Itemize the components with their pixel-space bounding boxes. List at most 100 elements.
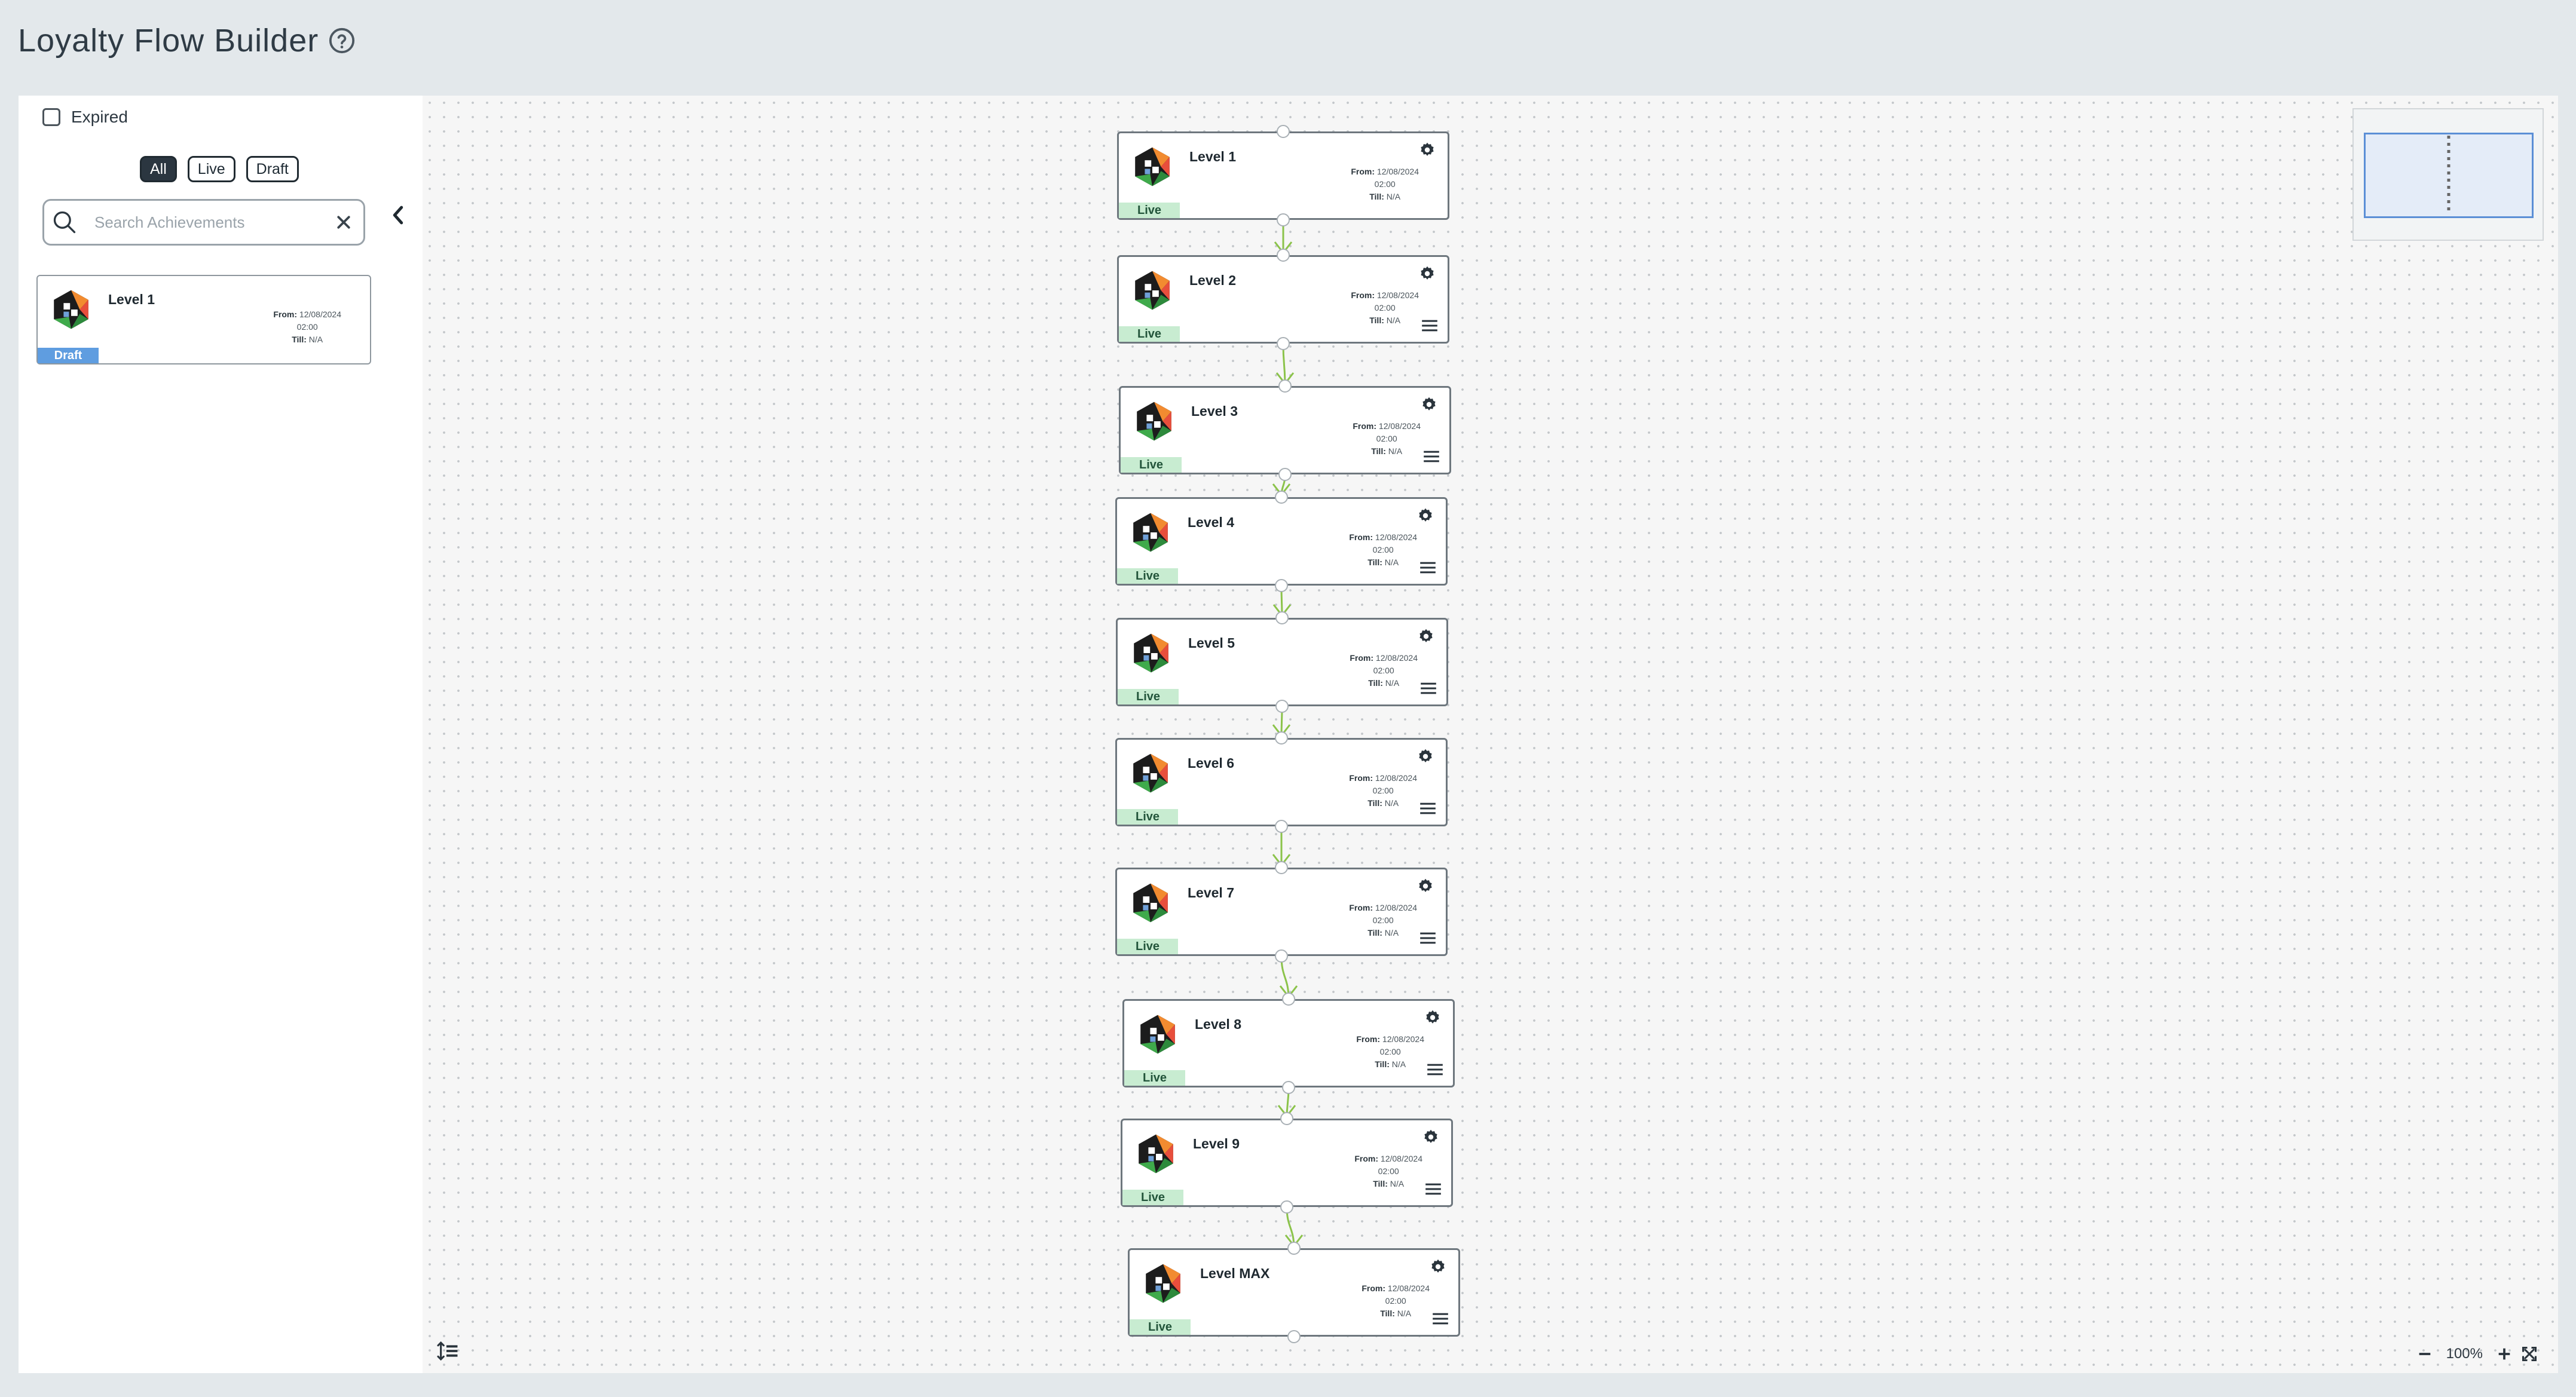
flow-node[interactable]: Level 4 From: 12/08/2024 02:00 Till: N/A… [1115, 497, 1448, 586]
node-input-handle[interactable] [1278, 379, 1292, 393]
node-title: Level 6 [1188, 755, 1234, 771]
drag-handle-icon[interactable] [1427, 1063, 1443, 1076]
clear-search-icon[interactable] [335, 213, 353, 231]
status-badge: Live [1119, 203, 1180, 218]
drag-handle-icon[interactable] [1420, 682, 1437, 695]
minimap-viewport[interactable] [2364, 133, 2534, 218]
gear-icon[interactable] [1419, 142, 1436, 158]
gear-icon[interactable] [1418, 628, 1434, 645]
node-input-handle[interactable] [1275, 731, 1288, 745]
node-output-handle[interactable] [1275, 949, 1288, 963]
status-badge: Live [1117, 809, 1178, 825]
node-title: Level 4 [1188, 514, 1234, 530]
node-input-handle[interactable] [1275, 611, 1289, 624]
node-output-handle[interactable] [1280, 1200, 1293, 1214]
node-input-handle[interactable] [1277, 125, 1290, 138]
sidebar: Expired All Live Draft Level 1 [19, 96, 423, 1373]
search-input[interactable] [93, 212, 335, 232]
gear-icon[interactable] [1424, 1009, 1441, 1026]
node-output-handle[interactable] [1282, 1081, 1295, 1094]
collapse-sidebar-icon[interactable] [389, 203, 407, 227]
flow-node[interactable]: Level 6 From: 12/08/2024 02:00 Till: N/A… [1115, 738, 1448, 826]
node-input-handle[interactable] [1280, 1112, 1293, 1125]
drag-handle-icon[interactable] [1432, 1312, 1449, 1325]
filter-all-button[interactable]: All [140, 156, 177, 182]
achievement-logo-icon [1139, 1134, 1173, 1174]
node-input-handle[interactable] [1287, 1242, 1301, 1255]
node-output-handle[interactable] [1277, 213, 1290, 226]
node-dates: From: 12/08/2024 02:00 Till: N/A [1349, 773, 1417, 808]
achievement-logo-icon [54, 290, 88, 329]
flow-canvas[interactable]: 100% Level 1 From: 12/08/2024 02:00 Till… [423, 96, 2558, 1373]
search-box [42, 199, 365, 246]
flow-node[interactable]: Level 3 From: 12/08/2024 02:00 Till: N/A… [1119, 386, 1451, 474]
status-filter-group: All Live Draft [140, 156, 299, 182]
drag-handle-icon[interactable] [1419, 802, 1436, 815]
gear-icon[interactable] [1430, 1258, 1446, 1275]
minimap-nodes [2447, 136, 2450, 215]
gear-icon[interactable] [1417, 748, 1434, 765]
drag-handle-icon[interactable] [1419, 932, 1436, 945]
drag-handle-icon[interactable] [1423, 450, 1440, 463]
flow-node[interactable]: Level 7 From: 12/08/2024 02:00 Till: N/A… [1115, 868, 1448, 956]
gear-icon[interactable] [1422, 1129, 1439, 1145]
node-input-handle[interactable] [1277, 249, 1290, 262]
status-badge: Live [1117, 568, 1178, 584]
node-dates: From: 12/08/2024 02:00 Till: N/A [1350, 653, 1418, 688]
node-title: Level 9 [1193, 1136, 1240, 1151]
status-badge: Draft [38, 348, 99, 363]
fullscreen-icon[interactable] [2521, 1346, 2538, 1362]
auto-layout-icon[interactable] [437, 1341, 460, 1361]
flow-node[interactable]: Level MAX From: 12/08/2024 02:00 Till: N… [1128, 1248, 1460, 1337]
gear-icon[interactable] [1419, 265, 1436, 282]
drag-handle-icon[interactable] [1421, 319, 1438, 332]
achievement-logo-icon [1134, 633, 1168, 673]
achievement-logo-icon [1133, 883, 1168, 923]
node-output-handle[interactable] [1277, 337, 1290, 350]
status-badge: Live [1121, 457, 1182, 473]
node-title: Level 2 [1189, 272, 1236, 288]
gear-icon[interactable] [1417, 878, 1434, 894]
filter-live-button[interactable]: Live [187, 156, 235, 182]
achievement-logo-icon [1137, 402, 1171, 441]
node-output-handle[interactable] [1275, 579, 1288, 592]
minimap[interactable] [2352, 108, 2544, 241]
zoom-in-icon[interactable] [2496, 1346, 2513, 1362]
node-dates: From: 12/08/2024 02:00 Till: N/A [1349, 903, 1417, 938]
status-badge: Live [1119, 326, 1180, 342]
achievement-card[interactable]: Level 1 From: 12/08/2024 02:00 Till: N/A… [36, 275, 371, 364]
status-badge: Live [1124, 1070, 1185, 1086]
gear-icon[interactable] [1421, 396, 1437, 413]
node-output-handle[interactable] [1287, 1330, 1301, 1343]
flow-node[interactable]: Level 1 From: 12/08/2024 02:00 Till: N/A… [1117, 131, 1449, 220]
node-input-handle[interactable] [1275, 861, 1288, 874]
flow-node[interactable]: Level 9 From: 12/08/2024 02:00 Till: N/A… [1121, 1119, 1453, 1207]
flow-node[interactable]: Level 8 From: 12/08/2024 02:00 Till: N/A… [1122, 999, 1455, 1087]
card-dates: From: 12/08/2024 02:00 Till: N/A [273, 310, 341, 344]
filter-draft-button[interactable]: Draft [246, 156, 299, 182]
expired-filter[interactable]: Expired [42, 108, 128, 127]
expired-checkbox[interactable] [42, 108, 60, 126]
zoom-controls: 100% [2416, 1346, 2538, 1362]
zoom-out-icon[interactable] [2416, 1346, 2433, 1362]
gear-icon[interactable] [1417, 507, 1434, 524]
node-dates: From: 12/08/2024 02:00 Till: N/A [1356, 1034, 1424, 1069]
node-input-handle[interactable] [1275, 491, 1288, 504]
help-circle-icon[interactable] [328, 27, 356, 54]
drag-handle-icon[interactable] [1419, 561, 1436, 574]
node-output-handle[interactable] [1278, 468, 1292, 481]
expired-label: Expired [71, 108, 128, 126]
flow-node[interactable]: Level 2 From: 12/08/2024 02:00 Till: N/A… [1117, 255, 1449, 344]
node-title: Level 1 [1189, 149, 1236, 164]
flow-node[interactable]: Level 5 From: 12/08/2024 02:00 Till: N/A… [1116, 618, 1448, 706]
zoom-level: 100% [2446, 1346, 2483, 1362]
node-output-handle[interactable] [1275, 820, 1288, 833]
achievement-logo-icon [1133, 513, 1168, 552]
node-title: Level 3 [1191, 403, 1238, 419]
node-title: Level 5 [1188, 635, 1235, 651]
node-output-handle[interactable] [1275, 700, 1289, 713]
node-input-handle[interactable] [1282, 992, 1295, 1006]
search-icon [53, 211, 76, 234]
node-dates: From: 12/08/2024 02:00 Till: N/A [1354, 1154, 1422, 1188]
drag-handle-icon[interactable] [1425, 1182, 1442, 1196]
